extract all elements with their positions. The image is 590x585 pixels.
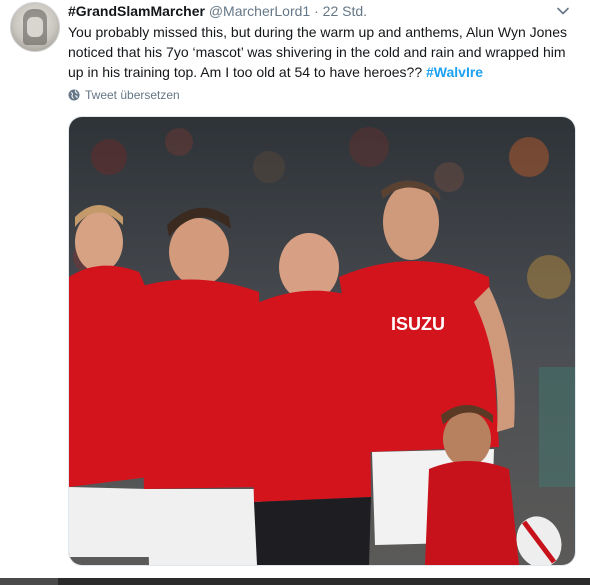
display-name[interactable]: #GrandSlamMarcher: [68, 3, 205, 19]
tweet-photo[interactable]: ISUZU: [68, 116, 576, 566]
avatar[interactable]: [10, 2, 60, 52]
timestamp[interactable]: 22 Std.: [323, 3, 367, 19]
tweet-header: #GrandSlamMarcher @MarcherLord1 · 22 Std…: [68, 2, 367, 20]
translate-link[interactable]: Tweet übersetzen: [68, 88, 180, 102]
tweet-body: You probably missed this, but during the…: [68, 24, 567, 80]
translate-label: Tweet übersetzen: [85, 88, 180, 102]
hashtag-link[interactable]: #WalvIre: [426, 64, 483, 80]
jersey-sponsor-text: ISUZU: [391, 314, 445, 334]
taskbar-strip: [0, 578, 590, 585]
user-handle[interactable]: @MarcherLord1: [209, 3, 310, 19]
globe-icon: [68, 89, 80, 101]
rugby-players-photo: ISUZU: [69, 117, 575, 565]
separator-dot: ·: [314, 3, 319, 19]
chevron-down-icon[interactable]: [556, 4, 570, 18]
tweet: #GrandSlamMarcher @MarcherLord1 · 22 Std…: [0, 0, 590, 585]
taskbar-segment: [0, 578, 58, 585]
tweet-text: You probably missed this, but during the…: [68, 22, 573, 82]
avatar-face: [27, 17, 43, 37]
